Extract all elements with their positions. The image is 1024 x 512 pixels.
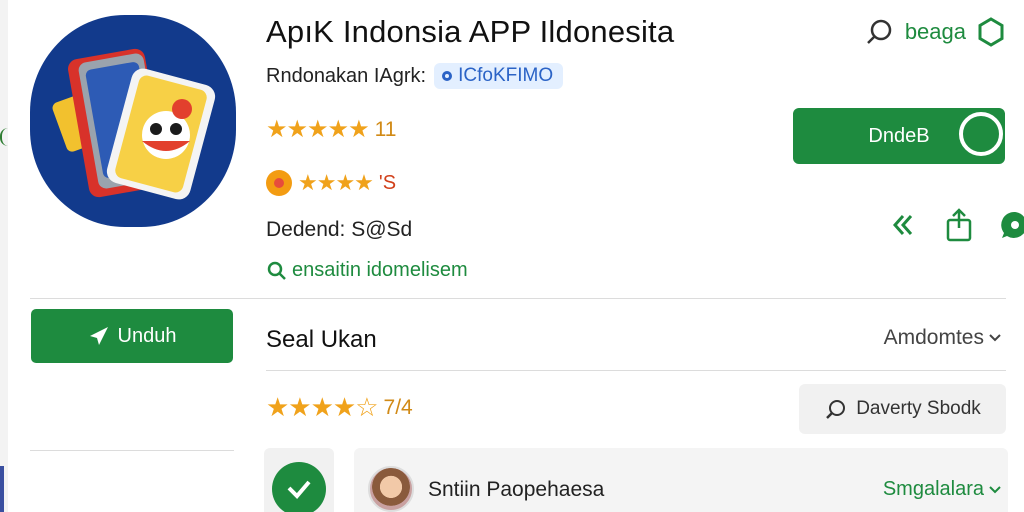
send-icon	[89, 327, 108, 345]
reviewer-name: Sntiin Paopehaesa	[428, 478, 605, 501]
chevron-down-icon	[989, 485, 1001, 493]
top-right-label[interactable]: beaga	[905, 19, 966, 45]
divider-top	[30, 298, 1006, 299]
install-button-label: DndeB	[868, 124, 930, 147]
pencil-review-icon	[826, 400, 846, 419]
left-edge-strip	[0, 0, 8, 512]
avatar	[368, 466, 414, 512]
write-review-label: Daverty Sbodk	[856, 398, 981, 419]
divider-reviews	[266, 370, 1006, 371]
rating-row: ★★★★★ 11	[266, 115, 396, 144]
content-rating-badge-icon	[266, 170, 292, 196]
app-icon	[30, 15, 236, 227]
content-rating-row: ★★★★ 'S	[266, 170, 396, 196]
star-rating-icon: ★★★★★	[266, 116, 370, 143]
install-progress-ring-icon	[959, 112, 1003, 156]
app-title: ApıK Indonsia APP Ildonesita	[266, 14, 675, 49]
reviews-sort-label: Amdomtes	[883, 326, 984, 349]
download-button[interactable]: Unduh	[31, 309, 233, 363]
developer-badge-label: ICfoKFIMO	[458, 65, 554, 86]
app-store-page: ApıK Indonsia APP Ildonesita Rndonakan I…	[0, 0, 1024, 512]
reviewer-filter-select[interactable]: Smgalalara	[883, 478, 1002, 501]
search-small-icon	[267, 261, 286, 280]
developer-badge[interactable]: ICfoKFIMO	[434, 63, 564, 89]
verified-dot-icon	[442, 71, 453, 81]
write-review-button[interactable]: Daverty Sbodk	[799, 384, 1006, 434]
action-icons	[886, 206, 1024, 244]
chat-icon[interactable]	[998, 206, 1024, 244]
downloads-text: Dedend: S@Sd	[266, 218, 413, 241]
developer-row: Rndonakan IAgrk: ICfoKFIMO	[266, 63, 564, 89]
rating-count: 11	[374, 117, 397, 141]
more-info-link-label: ensaitin idomelisem	[292, 259, 468, 281]
divider-left	[30, 450, 234, 451]
reviews-sort-select[interactable]: Amdomtes	[884, 326, 1002, 350]
top-right-tools: beaga	[865, 17, 1006, 47]
install-button[interactable]: DndeB	[793, 108, 1005, 164]
back-chevrons-icon[interactable]	[886, 206, 920, 244]
more-info-link[interactable]: ensaitin idomelisem	[266, 259, 468, 282]
reviews-summary-rating: ★★★★☆ 7/4	[266, 392, 413, 423]
phone-illustration-icon	[52, 48, 216, 200]
secondary-stars-icon: ★★★★	[298, 170, 374, 195]
summary-stars-icon: ★★★★☆	[266, 392, 379, 422]
share-icon[interactable]	[942, 206, 976, 244]
verified-badge	[272, 462, 326, 512]
summary-rating-value: 7/4	[383, 395, 413, 419]
download-button-label: Unduh	[117, 324, 177, 347]
reviewer-filter-label: Smgalalara	[882, 478, 984, 500]
settings-gear-icon[interactable]	[976, 17, 1006, 47]
content-rating-value: 'S	[378, 171, 397, 194]
chevron-down-icon	[989, 334, 1001, 342]
developer-name[interactable]: Rndonakan IAgrk:	[266, 65, 426, 88]
reviews-section-title: Seal Ukan	[266, 326, 377, 353]
search-icon[interactable]	[865, 17, 895, 47]
edge-accent-blue	[0, 466, 4, 512]
checkmark-icon	[287, 480, 311, 499]
edge-accent	[0, 128, 8, 146]
